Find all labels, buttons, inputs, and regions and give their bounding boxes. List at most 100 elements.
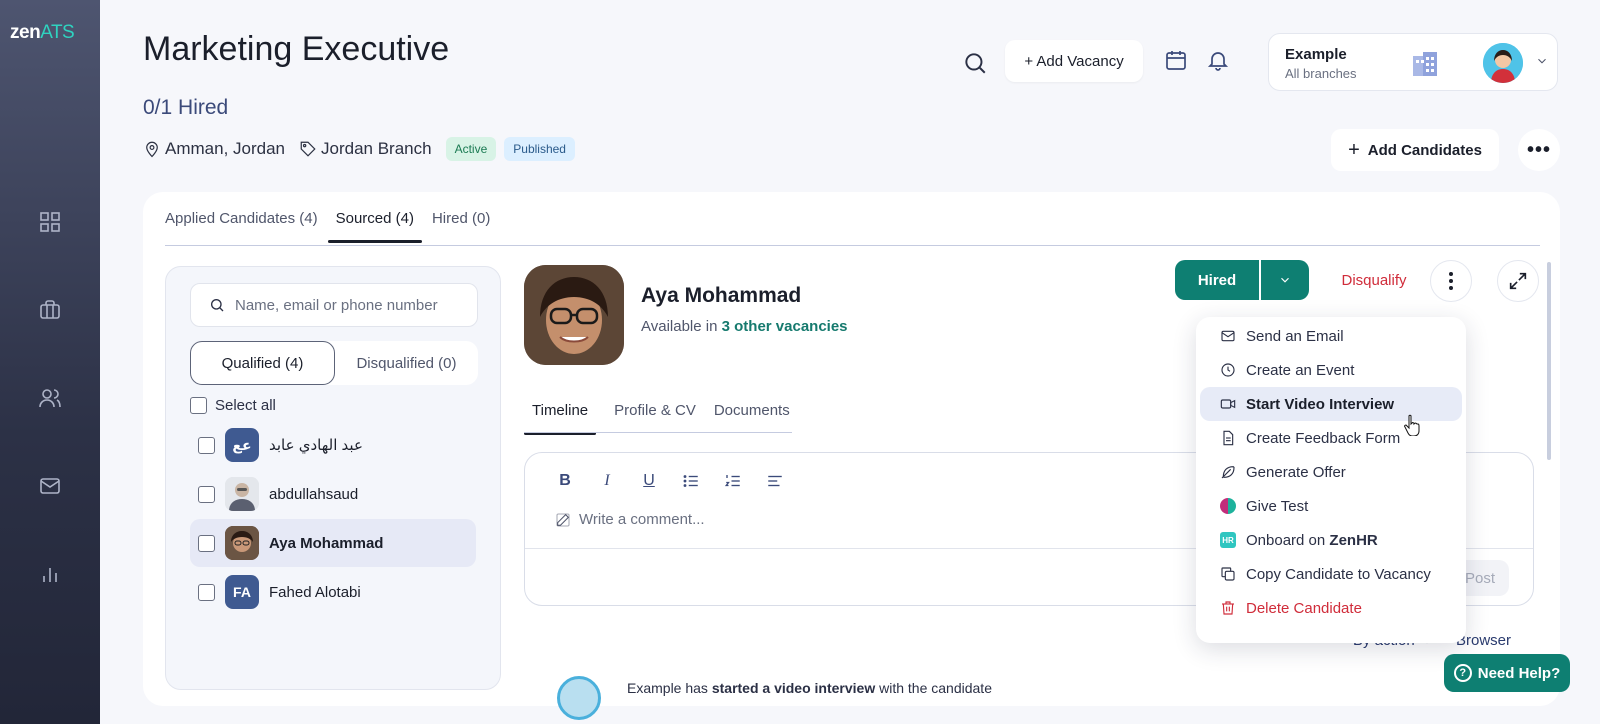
candidate-name: Aya Mohammad [269, 534, 384, 552]
notifications-button[interactable] [1206, 48, 1230, 77]
sidebar-item-dashboard[interactable] [36, 208, 64, 236]
menu-item-create-event[interactable]: Create an Event [1200, 353, 1462, 387]
candidate-checkbox[interactable] [198, 436, 215, 454]
avatar: عع [225, 428, 259, 462]
list-item[interactable]: Aya Mohammad [190, 519, 476, 567]
sidebar: zenATS [0, 0, 100, 724]
select-all[interactable]: Select all [190, 397, 276, 414]
candidate-tabs: Applied Candidates (4) Sourced (4) Hired… [165, 210, 490, 243]
search-icon [211, 299, 224, 312]
numbered-list-button[interactable] [723, 471, 743, 491]
tab-hired[interactable]: Hired (0) [432, 210, 490, 243]
sidebar-item-reports[interactable] [36, 560, 64, 588]
calendar-button[interactable] [1164, 48, 1188, 77]
need-help-button[interactable]: ? Need Help? [1444, 654, 1570, 692]
bar-chart-icon [43, 568, 57, 582]
search-icon [965, 53, 986, 74]
copy-icon [1221, 567, 1235, 581]
bold-button[interactable]: B [555, 471, 575, 491]
stage-dropdown-button[interactable] [1261, 260, 1309, 300]
trash-icon [1222, 601, 1234, 615]
tab-sourced[interactable]: Sourced (4) [327, 210, 423, 243]
disqualified-filter[interactable]: Disqualified (0) [335, 341, 478, 385]
menu-item-create-feedback-form[interactable]: Create Feedback Form [1200, 421, 1462, 455]
test-icon [1220, 498, 1236, 514]
avatar [225, 477, 259, 511]
list-item[interactable]: abdullahsaud [190, 470, 476, 518]
org-switcher[interactable]: Example All branches [1268, 33, 1558, 91]
qualification-toggle: Qualified (4) Disqualified (0) [190, 341, 478, 385]
edit-icon [556, 512, 570, 527]
avatar: FA [225, 575, 259, 609]
menu-item-send-email[interactable]: Send an Email [1200, 319, 1462, 353]
location: Amman, Jordan [143, 139, 285, 159]
comment-input[interactable]: Write a comment... [555, 511, 705, 528]
underline-icon: U [643, 472, 655, 489]
candidate-search[interactable] [190, 283, 478, 327]
menu-item-copy-candidate[interactable]: Copy Candidate to Vacancy [1200, 557, 1462, 591]
page-title: Marketing Executive [143, 30, 450, 68]
briefcase-icon [40, 300, 60, 319]
hand-cursor-icon [1404, 414, 1420, 436]
menu-item-delete-candidate[interactable]: Delete Candidate [1200, 591, 1462, 625]
candidate-name: abdullahsaud [269, 485, 359, 503]
expand-button[interactable] [1497, 260, 1539, 302]
menu-item-onboard-zenhr[interactable]: HR Onboard on ZenHR [1200, 523, 1462, 557]
app-logo[interactable]: zenATS [10, 22, 75, 44]
video-icon [1220, 399, 1236, 409]
candidate-checkbox[interactable] [198, 583, 215, 601]
sidebar-item-candidates[interactable] [36, 384, 64, 412]
other-vacancies-link[interactable]: 3 other vacancies [722, 318, 848, 335]
add-candidates-button[interactable]: + Add Candidates [1331, 129, 1499, 171]
person-photo-icon [225, 526, 259, 560]
stage-hired-button[interactable]: Hired [1175, 260, 1259, 300]
timeline-avatar [557, 676, 601, 720]
candidate-checkbox[interactable] [198, 534, 215, 552]
tab-profile-cv[interactable]: Profile & CV [614, 402, 696, 435]
candidate-name: عبد الهادي عابد [269, 437, 363, 454]
tab-timeline[interactable]: Timeline [524, 402, 597, 435]
qualified-filter[interactable]: Qualified (4) [190, 341, 335, 385]
org-name: Example [1285, 46, 1347, 63]
list-item[interactable]: عع عبد الهادي عابد [190, 421, 476, 469]
user-avatar[interactable] [1483, 43, 1523, 83]
candidate-search-input[interactable] [235, 296, 475, 314]
disqualify-button[interactable]: Disqualify [1329, 260, 1419, 300]
profile-tab-divider [524, 432, 792, 433]
vacancy-more-button[interactable]: ••• [1518, 129, 1560, 171]
grid-icon [40, 212, 60, 232]
scrollbar[interactable] [1547, 262, 1551, 460]
mail-icon [1221, 330, 1235, 342]
candidate-photo [524, 265, 624, 365]
candidate-actions-button[interactable] [1430, 260, 1472, 302]
tab-applied[interactable]: Applied Candidates (4) [165, 210, 318, 243]
status-badge-published: Published [504, 137, 575, 161]
menu-item-give-test[interactable]: Give Test [1200, 489, 1462, 523]
plus-icon: + [1348, 138, 1360, 161]
bullet-list-button[interactable] [681, 471, 701, 491]
align-button[interactable] [765, 471, 785, 491]
add-vacancy-button[interactable]: + Add Vacancy [1005, 40, 1143, 82]
underline-button[interactable]: U [639, 471, 659, 491]
candidate-checkbox[interactable] [198, 485, 215, 503]
list-item[interactable]: FA Fahed Alotabi [190, 568, 476, 616]
users-icon [39, 389, 61, 408]
status-badge-active: Active [445, 137, 497, 161]
avatar [225, 526, 259, 560]
select-all-checkbox[interactable] [190, 397, 207, 414]
menu-item-start-video-interview[interactable]: Start Video Interview [1200, 387, 1462, 421]
global-search-button[interactable] [962, 50, 988, 76]
org-dropdown-chevron[interactable] [1535, 54, 1549, 73]
tab-documents[interactable]: Documents [714, 402, 790, 435]
candidate-name-heading: Aya Mohammad [641, 284, 802, 307]
sidebar-item-messages[interactable] [36, 472, 64, 500]
sidebar-item-vacancies[interactable] [36, 296, 64, 324]
italic-button[interactable]: I [597, 471, 617, 491]
menu-item-generate-offer[interactable]: Generate Offer [1200, 455, 1462, 489]
vacancy-meta: Amman, Jordan Jordan Branch Active Publi… [143, 137, 575, 161]
editor-toolbar: B I U [555, 471, 785, 491]
expand-icon [1509, 272, 1527, 290]
tab-divider [165, 245, 1540, 246]
mail-icon [40, 478, 60, 494]
availability: Available in 3 other vacancies [641, 318, 848, 335]
